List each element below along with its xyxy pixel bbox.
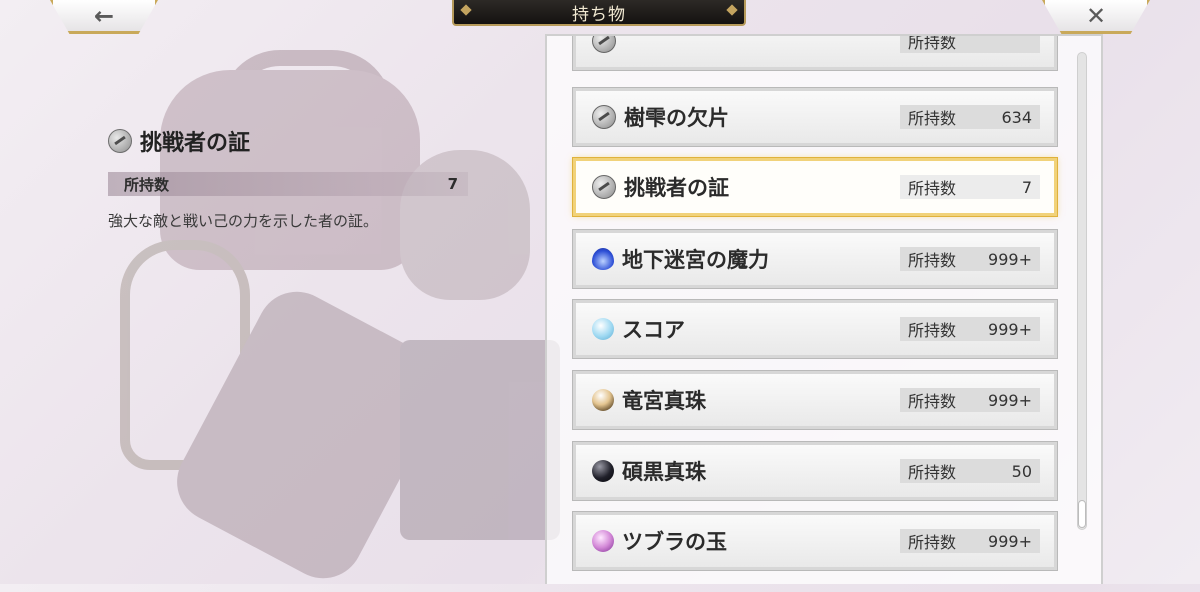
item-count-value: 999+ xyxy=(988,390,1032,410)
item-name: 碩黒真珠 xyxy=(622,460,706,484)
list-scrollbar-thumb[interactable] xyxy=(1078,500,1086,528)
detail-count-label: 所持数 xyxy=(124,175,170,194)
item-count: 所持数 634 xyxy=(900,105,1040,129)
item-count-value: 999+ xyxy=(988,249,1032,269)
blue-flame-icon xyxy=(592,248,614,270)
item-list-panel[interactable]: 所持数 樹雫の欠片 所持数 634 挑戦者の証 所持数 7 地下迷宮の魔力 所持… xyxy=(545,34,1103,584)
item-count-value: 999+ xyxy=(988,531,1032,551)
item-count-label: 所持数 xyxy=(908,179,957,198)
close-button[interactable]: ✕ xyxy=(1042,0,1150,34)
detail-count-bar: 所持数 7 xyxy=(108,172,468,196)
list-item[interactable]: 所持数 xyxy=(572,34,1058,71)
page-title-plate: 持ち物 xyxy=(452,0,746,26)
black-pearl-icon xyxy=(592,460,614,482)
close-icon: ✕ xyxy=(1085,1,1107,30)
page-title: 持ち物 xyxy=(572,4,626,25)
item-name: 竜宮真珠 xyxy=(622,389,706,413)
item-name: 挑戦者の証 xyxy=(624,176,729,200)
item-count: 所持数 7 xyxy=(900,175,1040,199)
item-count-label: 所持数 xyxy=(908,463,957,482)
background-illustration xyxy=(100,40,560,592)
books-illustration xyxy=(400,340,560,540)
list-item[interactable]: 碩黒真珠 所持数 50 xyxy=(572,441,1058,501)
item-name: 地下迷宮の魔力 xyxy=(622,248,769,272)
item-count-label: 所持数 xyxy=(908,321,957,340)
list-item[interactable]: ツブラの玉 所持数 999+ xyxy=(572,511,1058,571)
item-count: 所持数 999+ xyxy=(900,388,1040,412)
item-count: 所持数 xyxy=(900,34,1040,53)
item-count-label: 所持数 xyxy=(908,392,957,411)
item-name: スコア xyxy=(622,318,685,342)
list-item[interactable]: 地下迷宮の魔力 所持数 999+ xyxy=(572,229,1058,289)
item-name: 樹雫の欠片 xyxy=(624,106,729,130)
list-item-selected[interactable]: 挑戦者の証 所持数 7 xyxy=(572,157,1058,217)
light-blue-orb-icon xyxy=(592,318,614,340)
top-bar: ← 持ち物 ✕ xyxy=(0,0,1200,34)
back-button[interactable]: ← xyxy=(50,0,158,34)
item-count-value: 634 xyxy=(1001,107,1032,127)
list-item[interactable]: 樹雫の欠片 所持数 634 xyxy=(572,87,1058,147)
back-arrow-icon: ← xyxy=(93,1,115,30)
item-name: ツブラの玉 xyxy=(622,530,727,554)
item-count-value: 999+ xyxy=(988,319,1032,339)
item-count: 所持数 999+ xyxy=(900,317,1040,341)
item-count-label: 所持数 xyxy=(908,251,957,270)
list-item[interactable]: 竜宮真珠 所持数 999+ xyxy=(572,370,1058,430)
detail-title-row: 挑戦者の証 xyxy=(108,126,468,156)
list-item[interactable]: スコア 所持数 999+ xyxy=(572,299,1058,359)
detail-count-value: 7 xyxy=(447,175,458,193)
key-icon xyxy=(108,129,132,153)
key-icon xyxy=(592,105,616,129)
item-detail: 挑戦者の証 所持数 7 強大な敵と戦い己の力を示した者の証。 xyxy=(108,126,468,231)
purple-orb-icon xyxy=(592,530,614,552)
item-count-label: 所持数 xyxy=(908,34,957,52)
gold-pearl-icon xyxy=(592,389,614,411)
list-scrollbar-track[interactable] xyxy=(1077,52,1087,530)
detail-description: 強大な敵と戦い己の力を示した者の証。 xyxy=(108,212,379,230)
key-icon xyxy=(592,175,616,199)
item-count: 所持数 999+ xyxy=(900,529,1040,553)
item-count-label: 所持数 xyxy=(908,533,957,552)
item-count-value: 50 xyxy=(1011,461,1032,481)
item-count: 所持数 50 xyxy=(900,459,1040,483)
item-count: 所持数 999+ xyxy=(900,247,1040,271)
item-count-label: 所持数 xyxy=(908,109,957,128)
key-icon xyxy=(592,36,616,53)
detail-item-name: 挑戦者の証 xyxy=(140,131,251,156)
item-count-value: 7 xyxy=(1021,177,1032,197)
